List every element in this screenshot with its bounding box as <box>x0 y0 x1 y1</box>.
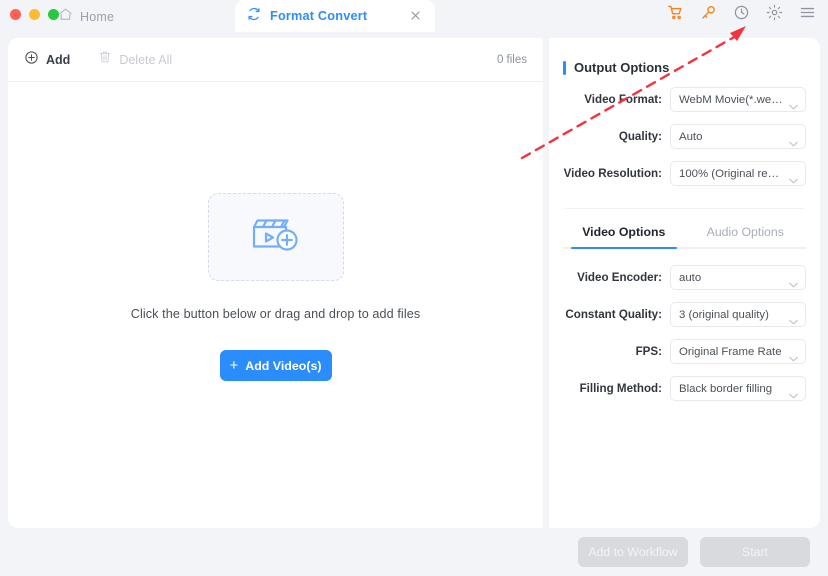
add-videos-button-label: Add Video(s) <box>245 358 322 373</box>
chevron-down-icon <box>789 97 798 110</box>
chevron-down-icon <box>789 386 798 399</box>
home-tab[interactable]: Home <box>58 5 114 28</box>
add-button-label: Add <box>46 52 71 67</box>
field-fps: FPS: Original Frame Rate <box>563 339 806 364</box>
chevron-down-icon <box>789 171 798 184</box>
video-resolution-value: 100% (Original resol... <box>679 167 783 180</box>
cart-icon[interactable] <box>667 4 684 21</box>
add-button[interactable]: Add <box>24 50 70 70</box>
video-resolution-select[interactable]: 100% (Original resol... <box>670 161 806 186</box>
close-window-button[interactable] <box>10 9 21 20</box>
field-video-format-label: Video Format: <box>584 93 662 106</box>
constant-quality-select[interactable]: 3 (original quality) <box>670 302 806 327</box>
field-video-encoder: Video Encoder: auto <box>563 265 806 290</box>
dropzone-hint: Click the button below or drag and drop … <box>130 307 421 321</box>
app-window: Home Format Convert Add Delete All 0 fil… <box>0 0 828 576</box>
video-format-value: WebM Movie(*.webm) <box>679 93 783 106</box>
chevron-down-icon <box>789 134 798 147</box>
video-format-select[interactable]: WebM Movie(*.webm) <box>670 87 806 112</box>
chevron-down-icon <box>789 349 798 362</box>
gear-icon[interactable] <box>766 4 783 21</box>
tab-video-options[interactable]: Video Options <box>563 225 685 249</box>
field-quality: Quality: Auto <box>563 124 806 149</box>
trash-icon <box>98 50 112 69</box>
dropzone-box[interactable] <box>207 193 344 281</box>
add-to-workflow-button[interactable]: Add to Workflow <box>578 537 688 567</box>
delete-all-button[interactable]: Delete All <box>98 50 172 69</box>
files-count: 0 files <box>496 53 527 66</box>
constant-quality-value: 3 (original quality) <box>679 308 769 321</box>
field-quality-label: Quality: <box>618 130 662 143</box>
tabs-active-indicator <box>571 247 677 249</box>
plus-circle-icon <box>24 50 39 70</box>
field-constant-quality: Constant Quality: 3 (original quality) <box>563 302 806 327</box>
file-list-panel: Add Delete All 0 files Click the button … <box>8 38 543 528</box>
accent-bar <box>563 60 566 75</box>
quality-select[interactable]: Auto <box>670 124 806 149</box>
hamburger-menu-icon[interactable] <box>799 4 816 21</box>
tab-format-convert-label: Format Convert <box>270 9 368 23</box>
video-options-fields: Video Encoder: auto Constant Quality: 3 … <box>563 265 806 401</box>
field-video-resolution-label: Video Resolution: <box>563 167 662 180</box>
titlebar-actions <box>667 4 816 21</box>
video-add-clapperboard-icon <box>248 211 304 264</box>
add-videos-button[interactable]: + Add Video(s) <box>219 350 332 381</box>
convert-refresh-icon <box>247 7 261 26</box>
video-encoder-select[interactable]: auto <box>670 265 806 290</box>
home-tab-label: Home <box>80 9 115 24</box>
fps-value: Original Frame Rate <box>679 345 782 358</box>
field-filling-method-label: Filling Method: <box>579 382 662 395</box>
close-icon[interactable] <box>409 9 422 22</box>
field-constant-quality-label: Constant Quality: <box>565 308 662 321</box>
output-options-header: Output Options <box>563 60 806 75</box>
filling-method-value: Black border filling <box>679 382 773 395</box>
home-icon <box>58 7 73 27</box>
plus-icon: + <box>229 357 239 374</box>
panel-divider <box>565 208 804 209</box>
field-filling-method: Filling Method: Black border filling <box>563 376 806 401</box>
output-options-title: Output Options <box>574 60 670 75</box>
footer-bar: Add to Workflow Start <box>0 528 828 576</box>
fps-select[interactable]: Original Frame Rate <box>670 339 806 364</box>
filling-method-select[interactable]: Black border filling <box>670 376 806 401</box>
video-encoder-value: auto <box>679 271 702 284</box>
chevron-down-icon <box>789 312 798 325</box>
file-list-toolbar: Add Delete All 0 files <box>8 38 543 82</box>
tab-audio-options[interactable]: Audio Options <box>685 225 807 249</box>
output-options-panel: Output Options Video Format: WebM Movie(… <box>549 38 820 528</box>
tab-format-convert[interactable]: Format Convert <box>235 0 435 32</box>
title-bar: Home Format Convert <box>0 0 828 32</box>
field-video-format: Video Format: WebM Movie(*.webm) <box>563 87 806 112</box>
empty-state-dropzone[interactable]: Click the button below or drag and drop … <box>8 82 543 528</box>
window-controls <box>10 9 59 20</box>
option-tabs: Video Options Audio Options <box>563 225 806 249</box>
clock-icon[interactable] <box>733 4 750 21</box>
field-video-encoder-label: Video Encoder: <box>577 271 662 284</box>
start-button[interactable]: Start <box>700 537 810 567</box>
field-video-resolution: Video Resolution: 100% (Original resol..… <box>563 161 806 186</box>
key-icon[interactable] <box>700 4 717 21</box>
delete-all-button-label: Delete All <box>119 52 173 67</box>
chevron-down-icon <box>789 275 798 288</box>
quality-value: Auto <box>679 130 703 143</box>
minimize-window-button[interactable] <box>29 9 40 20</box>
field-fps-label: FPS: <box>635 345 662 358</box>
